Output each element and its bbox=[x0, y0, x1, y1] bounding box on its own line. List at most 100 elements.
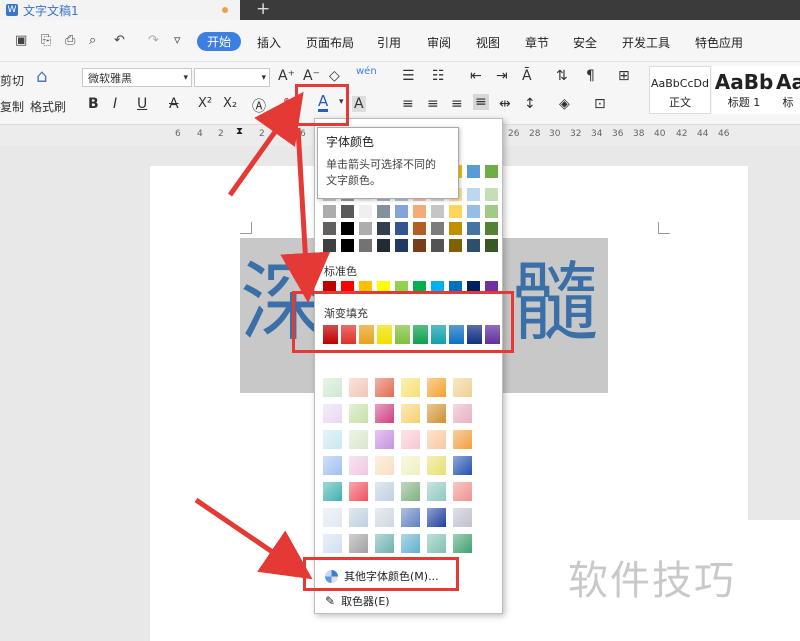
gradient-preset-swatch[interactable] bbox=[453, 456, 472, 475]
theme-color-swatch[interactable] bbox=[341, 222, 354, 235]
gradient-preset-swatch[interactable] bbox=[427, 430, 446, 449]
font-name-select[interactable]: 微软雅黑 ▾ bbox=[82, 68, 192, 87]
style-heading-1[interactable]: AaBb 标题 1 bbox=[712, 66, 776, 114]
underline-button[interactable]: U bbox=[137, 96, 147, 112]
theme-color-swatch[interactable] bbox=[467, 188, 480, 201]
grow-font-icon[interactable]: A⁺ bbox=[278, 68, 295, 84]
distribute-icon[interactable]: ⇹ bbox=[499, 96, 511, 112]
style-heading-2[interactable]: Aa 标 bbox=[776, 66, 800, 114]
theme-color-swatch[interactable] bbox=[413, 205, 426, 218]
theme-color-swatch[interactable] bbox=[449, 239, 462, 252]
gradient-preset-swatch[interactable] bbox=[453, 430, 472, 449]
redo-icon[interactable]: ↷ bbox=[148, 33, 159, 48]
theme-color-swatch[interactable] bbox=[359, 239, 372, 252]
sort-icon[interactable]: ⇅ bbox=[556, 68, 568, 84]
gradient-preset-swatch[interactable] bbox=[453, 534, 472, 553]
tab-security[interactable]: 安全 bbox=[573, 34, 597, 51]
gradient-preset-swatch[interactable] bbox=[375, 508, 394, 527]
theme-color-swatch[interactable] bbox=[431, 205, 444, 218]
gradient-preset-swatch[interactable] bbox=[349, 482, 368, 501]
gradient-preset-swatch[interactable] bbox=[349, 404, 368, 423]
font-size-select[interactable]: ▾ bbox=[194, 68, 270, 87]
gradient-preset-swatch[interactable] bbox=[427, 404, 446, 423]
gradient-preset-swatch[interactable] bbox=[401, 482, 420, 501]
subscript-button[interactable]: X₂ bbox=[223, 96, 237, 111]
gradient-preset-swatch[interactable] bbox=[349, 508, 368, 527]
border-icon[interactable]: ⊡ bbox=[594, 96, 606, 112]
theme-color-swatch[interactable] bbox=[395, 205, 408, 218]
theme-color-swatch[interactable] bbox=[359, 222, 372, 235]
gradient-preset-swatch[interactable] bbox=[401, 404, 420, 423]
theme-color-swatch[interactable] bbox=[467, 222, 480, 235]
gradient-preset-swatch[interactable] bbox=[375, 430, 394, 449]
strikethrough-button[interactable]: A bbox=[169, 96, 179, 112]
gradient-preset-swatch[interactable] bbox=[375, 378, 394, 397]
show-hide-icon[interactable]: ¶ bbox=[586, 68, 595, 84]
gradient-preset-swatch[interactable] bbox=[453, 378, 472, 397]
theme-color-swatch[interactable] bbox=[485, 165, 498, 178]
highlight-icon[interactable]: ✎ bbox=[283, 96, 295, 112]
theme-color-swatch[interactable] bbox=[467, 205, 480, 218]
gradient-preset-swatch[interactable] bbox=[375, 456, 394, 475]
tab-references[interactable]: 引用 bbox=[377, 34, 401, 51]
bullets-icon[interactable]: ☰ bbox=[402, 68, 415, 84]
new-tab-button[interactable]: + bbox=[256, 0, 270, 19]
style-normal[interactable]: AaBbCcDd 正文 bbox=[649, 66, 711, 114]
tab-start[interactable]: 开始 bbox=[197, 32, 241, 51]
gradient-preset-swatch[interactable] bbox=[427, 482, 446, 501]
gradient-preset-swatch[interactable] bbox=[375, 482, 394, 501]
undo-icon[interactable]: ↶ bbox=[114, 33, 125, 48]
chinese-layout-icon[interactable]: Ā bbox=[522, 68, 532, 84]
theme-color-swatch[interactable] bbox=[395, 239, 408, 252]
gradient-preset-swatch[interactable] bbox=[401, 378, 420, 397]
tab-review[interactable]: 审阅 bbox=[427, 34, 451, 51]
indent-marker-icon[interactable]: ⧗ bbox=[236, 126, 243, 137]
theme-color-swatch[interactable] bbox=[413, 239, 426, 252]
gradient-preset-swatch[interactable] bbox=[323, 404, 342, 423]
gradient-preset-swatch[interactable] bbox=[427, 378, 446, 397]
gradient-preset-swatch[interactable] bbox=[375, 404, 394, 423]
theme-color-swatch[interactable] bbox=[395, 222, 408, 235]
gradient-preset-swatch[interactable] bbox=[401, 430, 420, 449]
gradient-preset-swatch[interactable] bbox=[323, 508, 342, 527]
export-pdf-icon[interactable]: ⎘ bbox=[41, 33, 51, 48]
copy-button[interactable]: 复制 bbox=[0, 98, 24, 115]
tab-chapter[interactable]: 章节 bbox=[525, 34, 549, 51]
gradient-preset-swatch[interactable] bbox=[401, 534, 420, 553]
theme-color-swatch[interactable] bbox=[431, 222, 444, 235]
document-text-char[interactable]: 髓 bbox=[512, 260, 598, 346]
theme-color-swatch[interactable] bbox=[485, 188, 498, 201]
theme-color-swatch[interactable] bbox=[467, 165, 480, 178]
gradient-preset-swatch[interactable] bbox=[323, 378, 342, 397]
bold-button[interactable]: B bbox=[88, 96, 99, 112]
theme-color-swatch[interactable] bbox=[431, 239, 444, 252]
print-icon[interactable]: ⎙ bbox=[65, 33, 75, 48]
gradient-preset-swatch[interactable] bbox=[427, 508, 446, 527]
theme-color-swatch[interactable] bbox=[323, 239, 336, 252]
gradient-preset-swatch[interactable] bbox=[323, 456, 342, 475]
gradient-preset-swatch[interactable] bbox=[453, 482, 472, 501]
line-spacing-icon[interactable]: ↕ bbox=[524, 96, 536, 112]
superscript-button[interactable]: X² bbox=[198, 96, 212, 111]
theme-color-swatch[interactable] bbox=[359, 205, 372, 218]
gradient-preset-swatch[interactable] bbox=[453, 404, 472, 423]
gradient-preset-swatch[interactable] bbox=[323, 482, 342, 501]
align-left-icon[interactable]: ≡ bbox=[402, 96, 414, 112]
tab-insert[interactable]: 插入 bbox=[257, 34, 281, 51]
format-painter-icon[interactable]: ⌂ bbox=[36, 66, 47, 87]
theme-color-swatch[interactable] bbox=[449, 222, 462, 235]
color-picker-item[interactable]: ✎ 取色器(E) bbox=[321, 591, 497, 611]
gradient-preset-swatch[interactable] bbox=[323, 534, 342, 553]
tab-page-layout[interactable]: 页面布局 bbox=[306, 34, 354, 51]
theme-color-swatch[interactable] bbox=[485, 205, 498, 218]
pinyin-icon[interactable]: wén bbox=[356, 66, 377, 77]
gradient-preset-swatch[interactable] bbox=[427, 534, 446, 553]
text-effect-icon[interactable]: Ⓐ bbox=[252, 96, 266, 116]
more-chevron-icon[interactable]: ▿ bbox=[174, 33, 181, 48]
gradient-preset-swatch[interactable] bbox=[349, 456, 368, 475]
justify-icon[interactable]: ≡ bbox=[473, 94, 489, 110]
gradient-preset-swatch[interactable] bbox=[401, 508, 420, 527]
gradient-preset-swatch[interactable] bbox=[427, 456, 446, 475]
gradient-preset-swatch[interactable] bbox=[349, 378, 368, 397]
theme-color-swatch[interactable] bbox=[323, 222, 336, 235]
